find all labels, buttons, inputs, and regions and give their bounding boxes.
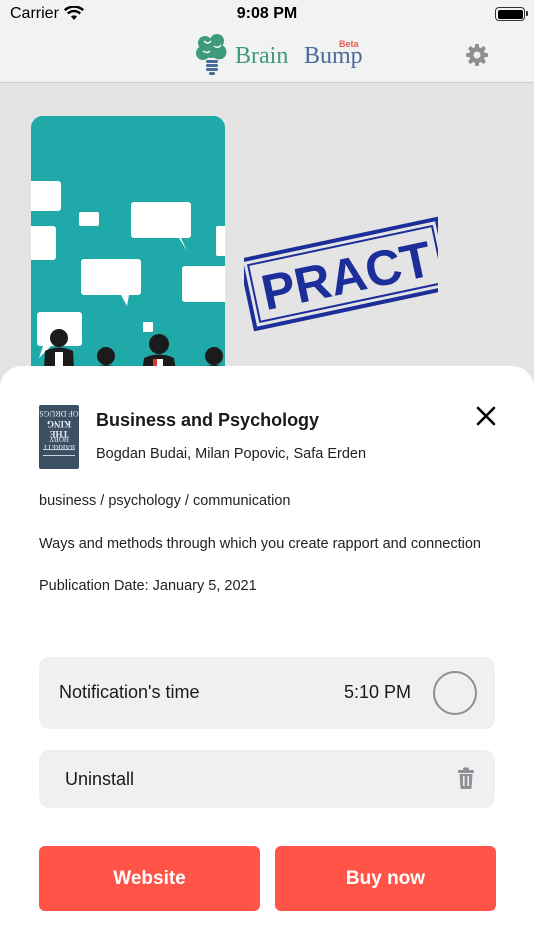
notification-toggle[interactable] — [433, 671, 477, 715]
status-bar: Carrier 9:08 PM — [0, 0, 534, 30]
practice-stamp-image[interactable]: PRACT — [238, 204, 454, 349]
close-button[interactable] — [473, 403, 499, 429]
book-categories: business / psychology / communication — [39, 493, 291, 509]
book-description: Ways and methods through which you creat… — [39, 536, 481, 552]
notification-time-row[interactable]: Notification's time 5:10 PM — [39, 657, 495, 729]
close-icon — [476, 406, 496, 426]
buy-now-button[interactable]: Buy now — [275, 846, 496, 911]
gear-icon — [466, 44, 488, 66]
logo-text-brain: Brain — [235, 43, 289, 69]
trash-icon[interactable] — [457, 767, 475, 794]
notification-label: Notification's time — [59, 682, 200, 702]
uninstall-label: Uninstall — [65, 769, 135, 789]
brain-bulb-icon — [195, 32, 229, 83]
beta-badge: Beta — [339, 39, 359, 49]
uninstall-row[interactable]: Uninstall — [39, 750, 495, 808]
book-cover-thumbnail: OF DRUGS THE KING BARRETT HOBY — [39, 405, 79, 469]
book-title: Business and Psychology — [96, 410, 320, 430]
background-content: PRACT — [0, 84, 534, 374]
settings-button[interactable] — [462, 40, 492, 70]
app-logo: Brain Bump Beta — [195, 32, 365, 80]
clock: 9:08 PM — [236, 5, 298, 22]
website-button[interactable]: Website — [39, 846, 260, 911]
notification-time-value[interactable]: 5:10 PM — [344, 682, 411, 703]
publication-date: Publication Date: January 5, 2021 — [39, 578, 257, 594]
course-detail-sheet: OF DRUGS THE KING BARRETT HOBY Business … — [0, 366, 534, 950]
app-header: Brain Bump Beta — [0, 30, 534, 83]
battery-icon — [495, 7, 528, 21]
book-authors: Bogdan Budai, Milan Popovic, Safa Erden — [96, 446, 367, 462]
course-cover-image[interactable] — [31, 116, 225, 374]
